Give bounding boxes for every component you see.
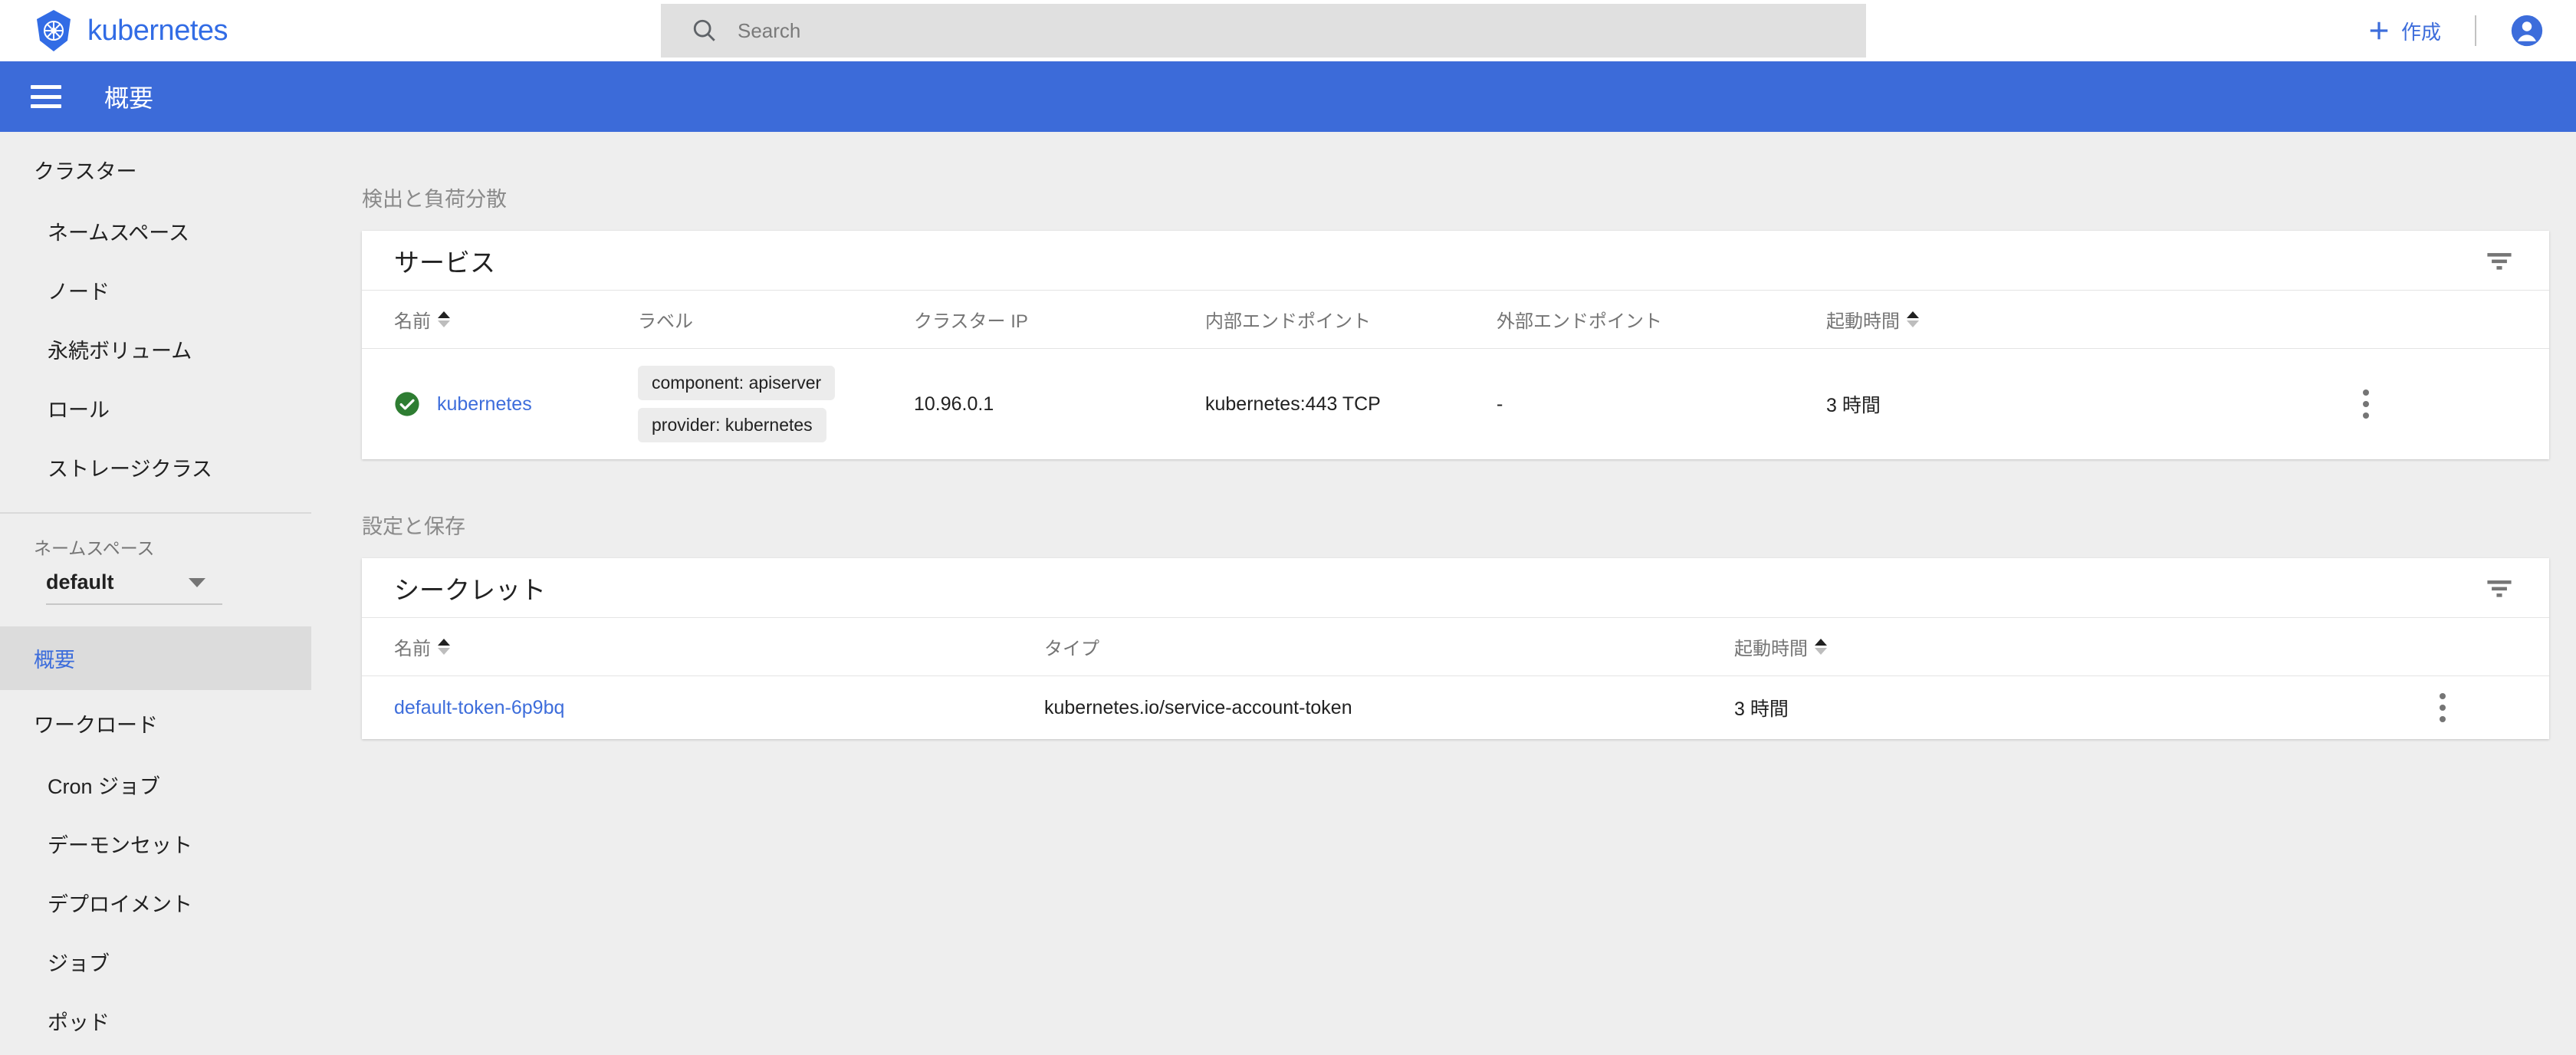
plus-icon	[2367, 19, 2390, 42]
secrets-card-header: シークレット	[362, 558, 2549, 618]
sidebar-item-jobs[interactable]: ジョブ	[0, 932, 311, 991]
section-heading-config: 設定と保存	[362, 510, 2576, 540]
page-title: 概要	[104, 79, 153, 114]
column-header-name-label: 名前	[394, 306, 431, 333]
service-name-link[interactable]: kubernetes	[437, 393, 532, 416]
column-header-age-label: 起動時間	[1734, 633, 1808, 660]
label-chip: component: apiserver	[638, 366, 835, 400]
page-toolbar: 概要	[0, 61, 2576, 132]
brand-logo-area[interactable]: kubernetes	[34, 9, 228, 52]
topbar-divider	[2475, 15, 2476, 46]
column-header-age[interactable]: 起動時間	[1826, 291, 2363, 349]
column-header-name-label: 名前	[394, 633, 431, 660]
column-header-external-endpoints[interactable]: 外部エンドポイント	[1497, 291, 1826, 349]
sort-arrows	[438, 311, 450, 327]
sidebar-group-cluster: クラスター	[0, 132, 311, 202]
search-bar[interactable]	[661, 4, 1866, 58]
cell-labels: component: apiserver provider: kubernete…	[638, 349, 914, 460]
section-heading-discovery: 検出と負荷分散	[362, 182, 2576, 212]
status-success-check-icon	[394, 391, 420, 417]
create-button[interactable]: 作成	[2367, 17, 2441, 45]
sidebar-item-overview[interactable]: 概要	[0, 626, 311, 690]
cell-type: kubernetes.io/service-account-token	[1044, 676, 1734, 740]
row-options-menu-icon[interactable]	[2440, 693, 2446, 722]
hamburger-menu-icon[interactable]	[31, 85, 61, 108]
namespace-selected-value: default	[46, 570, 114, 594]
column-header-labels[interactable]: ラベル	[638, 291, 914, 349]
services-card-header: サービス	[362, 231, 2549, 291]
secrets-card-title: シークレット	[394, 570, 546, 606]
cell-external-endpoint: -	[1497, 349, 1826, 460]
main-content: 検出と負荷分散 サービス 名前	[311, 132, 2576, 1055]
sort-arrows	[1907, 311, 1919, 327]
brand-name: kubernetes	[87, 15, 228, 48]
column-header-internal-endpoints[interactable]: 内部エンドポイント	[1205, 291, 1497, 349]
sidebar-item-replica-sets[interactable]: レプリカセット	[0, 1050, 311, 1055]
label-chip: provider: kubernetes	[638, 408, 826, 442]
sidebar-item-persistent-volumes[interactable]: 永続ボリューム	[0, 320, 311, 379]
services-card: サービス 名前 ラベル	[362, 231, 2549, 459]
sidebar-item-storage-classes[interactable]: ストレージクラス	[0, 438, 311, 497]
column-header-age[interactable]: 起動時間	[1734, 618, 2440, 676]
table-row[interactable]: kubernetes component: apiserver provider…	[362, 349, 2549, 460]
top-bar: kubernetes 作成	[0, 0, 2576, 61]
column-header-actions	[2363, 291, 2549, 349]
sidebar-item-cron-jobs[interactable]: Cron ジョブ	[0, 755, 311, 814]
column-header-name[interactable]: 名前	[362, 618, 1044, 676]
column-header-type[interactable]: タイプ	[1044, 618, 1734, 676]
search-input[interactable]	[738, 19, 1734, 43]
filter-icon[interactable]	[2486, 578, 2512, 598]
cell-age: 3 時間	[1826, 349, 2363, 460]
secret-name-link[interactable]: default-token-6p9bq	[394, 697, 564, 718]
account-circle-icon[interactable]	[2510, 14, 2544, 48]
chevron-down-icon	[189, 578, 205, 587]
services-card-title: サービス	[394, 242, 495, 279]
sidebar-group-workloads: ワークロード	[0, 690, 311, 755]
sort-arrows	[438, 639, 450, 655]
cell-name: kubernetes	[362, 349, 638, 460]
sort-arrows	[1815, 639, 1827, 655]
secrets-table-header-row: 名前 タイプ 起動時間	[362, 618, 2549, 676]
cell-name: default-token-6p9bq	[362, 676, 1044, 740]
cell-actions	[2363, 349, 2549, 460]
cell-internal-endpoint: kubernetes:443 TCP	[1205, 349, 1497, 460]
services-table: 名前 ラベル クラスター IP 内部エンドポイント 外部エンドポイント 起動時間	[362, 291, 2549, 459]
row-options-menu-icon[interactable]	[2363, 389, 2369, 419]
namespace-select[interactable]: default	[46, 570, 222, 605]
sidebar-item-pods[interactable]: ポッド	[0, 991, 311, 1050]
topbar-actions: 作成	[2367, 0, 2544, 61]
cell-cluster-ip: 10.96.0.1	[914, 349, 1205, 460]
column-header-age-label: 起動時間	[1826, 306, 1900, 333]
sidebar-item-nodes[interactable]: ノード	[0, 261, 311, 320]
sidebar-item-namespaces[interactable]: ネームスペース	[0, 202, 311, 261]
cell-age: 3 時間	[1734, 676, 2440, 740]
column-header-actions	[2440, 618, 2549, 676]
secrets-card: シークレット 名前 タイプ	[362, 558, 2549, 739]
filter-icon[interactable]	[2486, 251, 2512, 271]
sidebar: クラスター ネームスペース ノード 永続ボリューム ロール ストレージクラス ネ…	[0, 132, 311, 1055]
services-table-header-row: 名前 ラベル クラスター IP 内部エンドポイント 外部エンドポイント 起動時間	[362, 291, 2549, 349]
secrets-table: 名前 タイプ 起動時間	[362, 618, 2549, 739]
create-button-label: 作成	[2401, 17, 2441, 45]
search-icon	[692, 18, 718, 44]
kubernetes-helm-logo-icon	[34, 9, 74, 52]
namespace-section-label: ネームスペース	[0, 514, 311, 570]
column-header-name[interactable]: 名前	[362, 291, 638, 349]
sidebar-item-daemon-sets[interactable]: デーモンセット	[0, 814, 311, 873]
sidebar-item-deployments[interactable]: デプロイメント	[0, 873, 311, 932]
column-header-cluster-ip[interactable]: クラスター IP	[914, 291, 1205, 349]
table-row[interactable]: default-token-6p9bq kubernetes.io/servic…	[362, 676, 2549, 740]
sidebar-item-roles[interactable]: ロール	[0, 379, 311, 438]
cell-actions	[2440, 676, 2549, 740]
